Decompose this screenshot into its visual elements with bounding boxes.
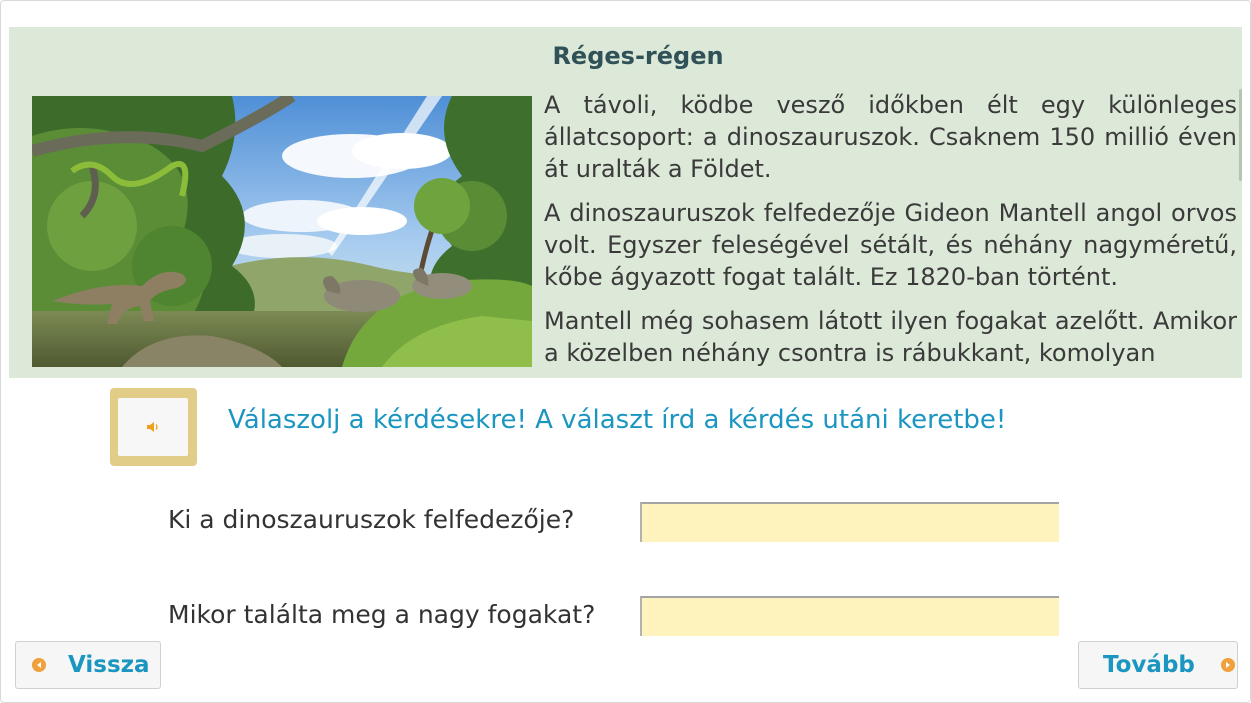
reading-text[interactable]: A távoli, ködbe vesző időkben élt egy kü… — [544, 89, 1237, 367]
question-label-1: Ki a dinoszauruszok felfedezője? — [168, 505, 575, 534]
arrow-right-icon — [1220, 658, 1235, 672]
next-button[interactable]: Tovább — [1078, 641, 1238, 689]
reading-scrollbar[interactable] — [1239, 89, 1242, 181]
answer-field-1[interactable] — [640, 502, 1059, 542]
instruction-text: Válaszolj a kérdésekre! A választ írd a … — [228, 405, 1007, 435]
reading-paragraph: A dinoszauruszok felfedezője Gideon Mant… — [544, 199, 1237, 291]
reading-panel: Réges-régen A távoli, ködbe vesző időkbe… — [9, 27, 1242, 378]
arrow-left-icon — [32, 658, 46, 672]
next-button-label: Tovább — [1103, 652, 1195, 678]
speaker-icon — [146, 418, 160, 437]
audio-button[interactable] — [110, 388, 197, 466]
audio-button-face[interactable] — [118, 398, 188, 456]
reading-paragraph: Mantell még sohasem látott ilyen fogakat… — [544, 307, 1237, 367]
reading-title: Réges-régen — [552, 42, 724, 70]
back-button-label: Vissza — [68, 652, 150, 678]
back-button[interactable]: Vissza — [15, 641, 161, 689]
answer-field-2[interactable] — [640, 596, 1059, 636]
dinosaur-landscape-illustration — [32, 96, 532, 367]
question-label-2: Mikor találta meg a nagy fogakat? — [168, 600, 596, 629]
reading-paragraph: A távoli, ködbe vesző időkben élt egy kü… — [544, 91, 1237, 183]
